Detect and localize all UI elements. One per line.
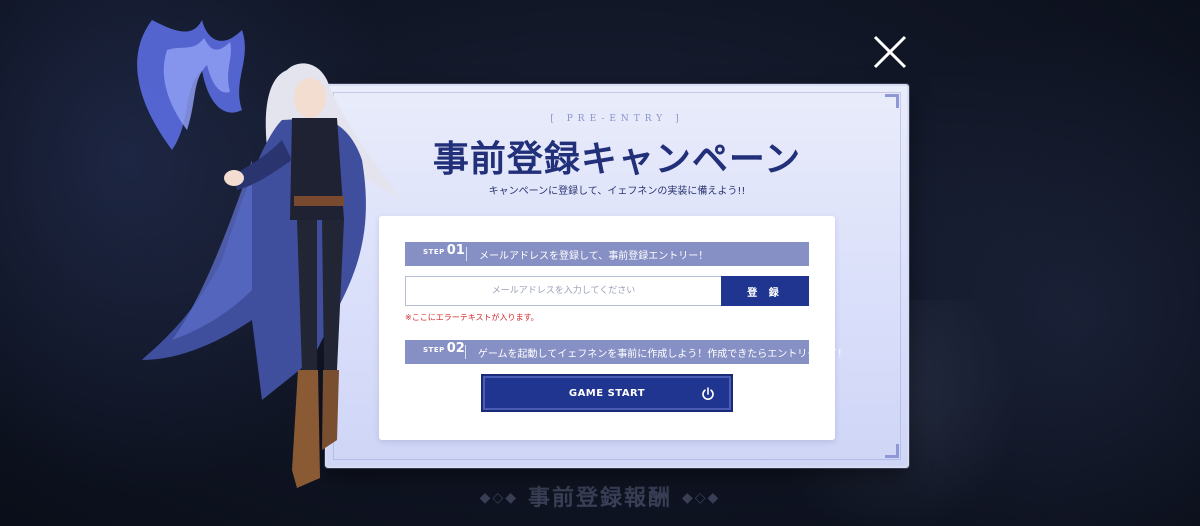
game-start-label: GAME START	[568, 387, 646, 399]
step-02-text: ゲームを起動してイェフネンを事前に作成しよう！作成できたらエントリー完了！	[477, 348, 848, 360]
modal-subtitle: キャンペーンに登録して、イェフネンの実装に備えよう!!	[488, 186, 746, 197]
reward-title: 事前登録報酬	[527, 485, 672, 511]
email-form: 登 録	[405, 276, 809, 306]
step-01-bar: STEP 01 メールアドレスを登録して、事前登録エントリー！	[405, 242, 809, 266]
email-input[interactable]	[405, 276, 721, 306]
game-start-button[interactable]: GAME START	[481, 374, 733, 412]
background-reward-heading: ◆◇◆ 事前登録報酬 ◆◇◆	[0, 480, 1200, 512]
ornament-icon: ◆◇◆	[479, 490, 518, 506]
close-icon	[873, 35, 907, 69]
modal-title: 事前登録キャンペーン	[432, 138, 802, 180]
error-text: ※ここにエラーテキストが入ります。	[405, 313, 539, 322]
entry-panel: STEP 01 メールアドレスを登録して、事前登録エントリー！ 登 録 ※ここに…	[379, 216, 847, 440]
register-button[interactable]: 登 録	[721, 276, 809, 306]
step-02-label: STEP 02	[405, 341, 466, 359]
corner-bracket-icon	[885, 94, 899, 108]
pre-entry-label: [ PRE-ENTRY ]	[550, 114, 684, 124]
step-word: STEP	[423, 346, 445, 354]
power-icon	[702, 387, 714, 400]
step-number: 01	[446, 243, 465, 258]
step-02-bar: STEP 02 ゲームを起動してイェフネンを事前に作成しよう！作成できたらエント…	[405, 340, 847, 364]
step-01-text: メールアドレスを登録して、事前登録エントリー！	[479, 250, 709, 262]
corner-bracket-icon	[885, 444, 899, 458]
step-number: 02	[446, 341, 465, 356]
pre-registration-modal: [ PRE-ENTRY ] 事前登録キャンペーン キャンペーンに登録して、イェフ…	[325, 84, 909, 468]
step-01-label: STEP 01	[405, 243, 467, 261]
close-button[interactable]	[870, 32, 910, 72]
ornament-icon: ◆◇◆	[682, 490, 721, 506]
step-word: STEP	[423, 248, 445, 256]
